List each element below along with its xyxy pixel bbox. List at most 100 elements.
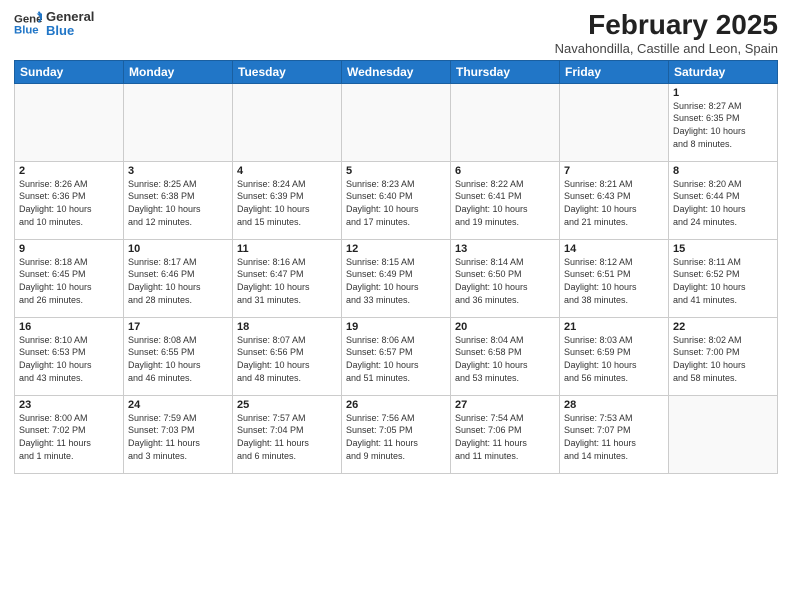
day-number: 5 (346, 165, 446, 177)
day-info: Sunrise: 8:07 AM Sunset: 6:56 PM Dayligh… (237, 334, 337, 384)
day-info: Sunrise: 7:57 AM Sunset: 7:04 PM Dayligh… (237, 412, 337, 462)
day-info: Sunrise: 8:23 AM Sunset: 6:40 PM Dayligh… (346, 178, 446, 228)
day-number: 11 (237, 243, 337, 255)
day-number: 15 (673, 243, 773, 255)
day-number: 17 (128, 321, 228, 333)
day-info: Sunrise: 7:59 AM Sunset: 7:03 PM Dayligh… (128, 412, 228, 462)
day-info: Sunrise: 7:53 AM Sunset: 7:07 PM Dayligh… (564, 412, 664, 462)
day-number: 24 (128, 399, 228, 411)
day-info: Sunrise: 8:17 AM Sunset: 6:46 PM Dayligh… (128, 256, 228, 306)
calendar-week-1: 2Sunrise: 8:26 AM Sunset: 6:36 PM Daylig… (15, 161, 778, 239)
table-row: 25Sunrise: 7:57 AM Sunset: 7:04 PM Dayli… (233, 395, 342, 473)
table-row: 3Sunrise: 8:25 AM Sunset: 6:38 PM Daylig… (124, 161, 233, 239)
day-info: Sunrise: 8:04 AM Sunset: 6:58 PM Dayligh… (455, 334, 555, 384)
table-row: 5Sunrise: 8:23 AM Sunset: 6:40 PM Daylig… (342, 161, 451, 239)
table-row: 19Sunrise: 8:06 AM Sunset: 6:57 PM Dayli… (342, 317, 451, 395)
page: General Blue General Blue February 2025 … (0, 0, 792, 612)
day-number: 22 (673, 321, 773, 333)
day-info: Sunrise: 8:21 AM Sunset: 6:43 PM Dayligh… (564, 178, 664, 228)
table-row: 7Sunrise: 8:21 AM Sunset: 6:43 PM Daylig… (560, 161, 669, 239)
day-info: Sunrise: 7:54 AM Sunset: 7:06 PM Dayligh… (455, 412, 555, 462)
table-row (124, 83, 233, 161)
col-thursday: Thursday (451, 60, 560, 83)
day-number: 19 (346, 321, 446, 333)
day-info: Sunrise: 8:12 AM Sunset: 6:51 PM Dayligh… (564, 256, 664, 306)
day-number: 21 (564, 321, 664, 333)
calendar-week-2: 9Sunrise: 8:18 AM Sunset: 6:45 PM Daylig… (15, 239, 778, 317)
table-row: 17Sunrise: 8:08 AM Sunset: 6:55 PM Dayli… (124, 317, 233, 395)
day-number: 7 (564, 165, 664, 177)
col-tuesday: Tuesday (233, 60, 342, 83)
logo-general: General (46, 10, 94, 24)
table-row: 14Sunrise: 8:12 AM Sunset: 6:51 PM Dayli… (560, 239, 669, 317)
logo-icon: General Blue (14, 10, 42, 38)
table-row: 24Sunrise: 7:59 AM Sunset: 7:03 PM Dayli… (124, 395, 233, 473)
day-number: 23 (19, 399, 119, 411)
day-info: Sunrise: 8:10 AM Sunset: 6:53 PM Dayligh… (19, 334, 119, 384)
table-row: 10Sunrise: 8:17 AM Sunset: 6:46 PM Dayli… (124, 239, 233, 317)
calendar-week-3: 16Sunrise: 8:10 AM Sunset: 6:53 PM Dayli… (15, 317, 778, 395)
day-number: 1 (673, 87, 773, 99)
table-row: 28Sunrise: 7:53 AM Sunset: 7:07 PM Dayli… (560, 395, 669, 473)
day-info: Sunrise: 8:18 AM Sunset: 6:45 PM Dayligh… (19, 256, 119, 306)
day-info: Sunrise: 8:26 AM Sunset: 6:36 PM Dayligh… (19, 178, 119, 228)
table-row: 11Sunrise: 8:16 AM Sunset: 6:47 PM Dayli… (233, 239, 342, 317)
table-row: 18Sunrise: 8:07 AM Sunset: 6:56 PM Dayli… (233, 317, 342, 395)
day-info: Sunrise: 8:16 AM Sunset: 6:47 PM Dayligh… (237, 256, 337, 306)
col-monday: Monday (124, 60, 233, 83)
col-friday: Friday (560, 60, 669, 83)
calendar-week-4: 23Sunrise: 8:00 AM Sunset: 7:02 PM Dayli… (15, 395, 778, 473)
table-row: 13Sunrise: 8:14 AM Sunset: 6:50 PM Dayli… (451, 239, 560, 317)
table-row: 4Sunrise: 8:24 AM Sunset: 6:39 PM Daylig… (233, 161, 342, 239)
day-info: Sunrise: 7:56 AM Sunset: 7:05 PM Dayligh… (346, 412, 446, 462)
day-info: Sunrise: 8:27 AM Sunset: 6:35 PM Dayligh… (673, 100, 773, 150)
main-title: February 2025 (555, 10, 778, 41)
day-number: 6 (455, 165, 555, 177)
day-number: 9 (19, 243, 119, 255)
table-row (560, 83, 669, 161)
table-row: 12Sunrise: 8:15 AM Sunset: 6:49 PM Dayli… (342, 239, 451, 317)
day-number: 27 (455, 399, 555, 411)
header: General Blue General Blue February 2025 … (14, 10, 778, 56)
day-info: Sunrise: 8:06 AM Sunset: 6:57 PM Dayligh… (346, 334, 446, 384)
calendar: Sunday Monday Tuesday Wednesday Thursday… (14, 60, 778, 474)
day-number: 3 (128, 165, 228, 177)
table-row: 9Sunrise: 8:18 AM Sunset: 6:45 PM Daylig… (15, 239, 124, 317)
day-number: 20 (455, 321, 555, 333)
day-number: 14 (564, 243, 664, 255)
subtitle: Navahondilla, Castille and Leon, Spain (555, 41, 778, 56)
day-info: Sunrise: 8:03 AM Sunset: 6:59 PM Dayligh… (564, 334, 664, 384)
day-info: Sunrise: 8:25 AM Sunset: 6:38 PM Dayligh… (128, 178, 228, 228)
day-info: Sunrise: 8:24 AM Sunset: 6:39 PM Dayligh… (237, 178, 337, 228)
day-info: Sunrise: 8:00 AM Sunset: 7:02 PM Dayligh… (19, 412, 119, 462)
table-row: 15Sunrise: 8:11 AM Sunset: 6:52 PM Dayli… (669, 239, 778, 317)
day-number: 4 (237, 165, 337, 177)
day-number: 28 (564, 399, 664, 411)
day-info: Sunrise: 8:22 AM Sunset: 6:41 PM Dayligh… (455, 178, 555, 228)
svg-text:Blue: Blue (14, 25, 39, 37)
logo: General Blue General Blue (14, 10, 94, 39)
day-info: Sunrise: 8:02 AM Sunset: 7:00 PM Dayligh… (673, 334, 773, 384)
table-row (451, 83, 560, 161)
table-row (15, 83, 124, 161)
day-number: 16 (19, 321, 119, 333)
table-row: 8Sunrise: 8:20 AM Sunset: 6:44 PM Daylig… (669, 161, 778, 239)
day-info: Sunrise: 8:15 AM Sunset: 6:49 PM Dayligh… (346, 256, 446, 306)
calendar-week-0: 1Sunrise: 8:27 AM Sunset: 6:35 PM Daylig… (15, 83, 778, 161)
table-row: 1Sunrise: 8:27 AM Sunset: 6:35 PM Daylig… (669, 83, 778, 161)
table-row: 23Sunrise: 8:00 AM Sunset: 7:02 PM Dayli… (15, 395, 124, 473)
day-number: 25 (237, 399, 337, 411)
day-info: Sunrise: 8:11 AM Sunset: 6:52 PM Dayligh… (673, 256, 773, 306)
table-row: 26Sunrise: 7:56 AM Sunset: 7:05 PM Dayli… (342, 395, 451, 473)
col-sunday: Sunday (15, 60, 124, 83)
logo-blue: Blue (46, 24, 94, 38)
table-row (233, 83, 342, 161)
svg-text:General: General (14, 14, 42, 26)
day-info: Sunrise: 8:20 AM Sunset: 6:44 PM Dayligh… (673, 178, 773, 228)
day-number: 26 (346, 399, 446, 411)
day-number: 10 (128, 243, 228, 255)
col-saturday: Saturday (669, 60, 778, 83)
table-row (669, 395, 778, 473)
day-info: Sunrise: 8:08 AM Sunset: 6:55 PM Dayligh… (128, 334, 228, 384)
title-block: February 2025 Navahondilla, Castille and… (555, 10, 778, 56)
